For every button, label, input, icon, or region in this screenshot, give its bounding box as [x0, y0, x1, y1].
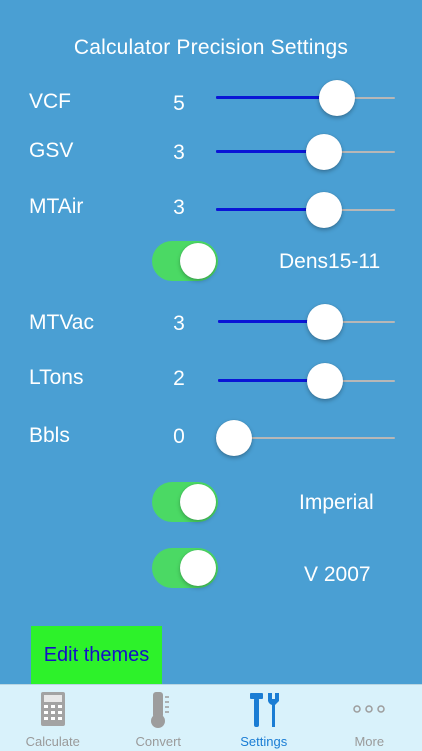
setting-label-ltons: LTons	[29, 366, 83, 390]
setting-label-mtvac: MTVac	[29, 311, 94, 335]
slider-thumb[interactable]	[319, 80, 355, 116]
precision-slider-bbls[interactable]	[216, 418, 395, 458]
toggle-v2007[interactable]	[152, 548, 218, 588]
tab-convert[interactable]: Convert	[106, 685, 212, 751]
precision-slider-ltons[interactable]	[218, 361, 395, 401]
setting-label-vcf: VCF	[29, 90, 71, 114]
slider-thumb[interactable]	[306, 192, 342, 228]
setting-value-bbls: 0	[172, 425, 186, 449]
slider-thumb[interactable]	[306, 134, 342, 170]
toggle-label-imperial: Imperial	[299, 491, 374, 515]
toggle-label-v2007: V 2007	[304, 563, 371, 587]
slider-thumb[interactable]	[307, 304, 343, 340]
tab-label-more: More	[317, 734, 422, 749]
precision-slider-mtvac[interactable]	[218, 302, 395, 342]
setting-value-mtvac: 3	[172, 312, 186, 336]
tab-settings[interactable]: Settings	[211, 685, 317, 751]
calculator-icon	[40, 691, 66, 732]
precision-slider-mtair[interactable]	[216, 190, 395, 230]
setting-value-gsv: 3	[172, 141, 186, 165]
precision-slider-vcf[interactable]	[216, 78, 395, 118]
setting-value-vcf: 5	[172, 92, 186, 116]
tab-more[interactable]: More	[317, 685, 422, 751]
thermometer-icon	[146, 691, 170, 734]
edit-themes-button[interactable]: Edit themes	[31, 626, 162, 684]
more-dots-icon	[352, 701, 386, 719]
slider-thumb[interactable]	[307, 363, 343, 399]
tab-label-convert: Convert	[106, 734, 212, 749]
setting-value-mtair: 3	[172, 196, 186, 220]
toggle-knob	[180, 550, 216, 586]
page-title: Calculator Precision Settings	[0, 36, 422, 60]
tab-calculate[interactable]: Calculate	[0, 685, 106, 751]
tab-label-settings: Settings	[211, 734, 317, 749]
toggle-knob	[180, 243, 216, 279]
setting-label-bbls: Bbls	[29, 424, 70, 448]
toggle-dens15-11[interactable]	[152, 241, 218, 281]
tools-icon	[247, 691, 281, 734]
toggle-knob	[180, 484, 216, 520]
toggle-imperial[interactable]	[152, 482, 218, 522]
setting-label-mtair: MTAir	[29, 195, 83, 219]
toggle-label-dens15-11: Dens15-11	[279, 250, 380, 274]
tab-bar: Calculate Convert Setti	[0, 684, 422, 751]
slider-thumb[interactable]	[216, 420, 252, 456]
setting-value-ltons: 2	[172, 367, 186, 391]
tab-label-calculate: Calculate	[0, 734, 106, 749]
setting-label-gsv: GSV	[29, 139, 73, 163]
precision-slider-gsv[interactable]	[216, 132, 395, 172]
